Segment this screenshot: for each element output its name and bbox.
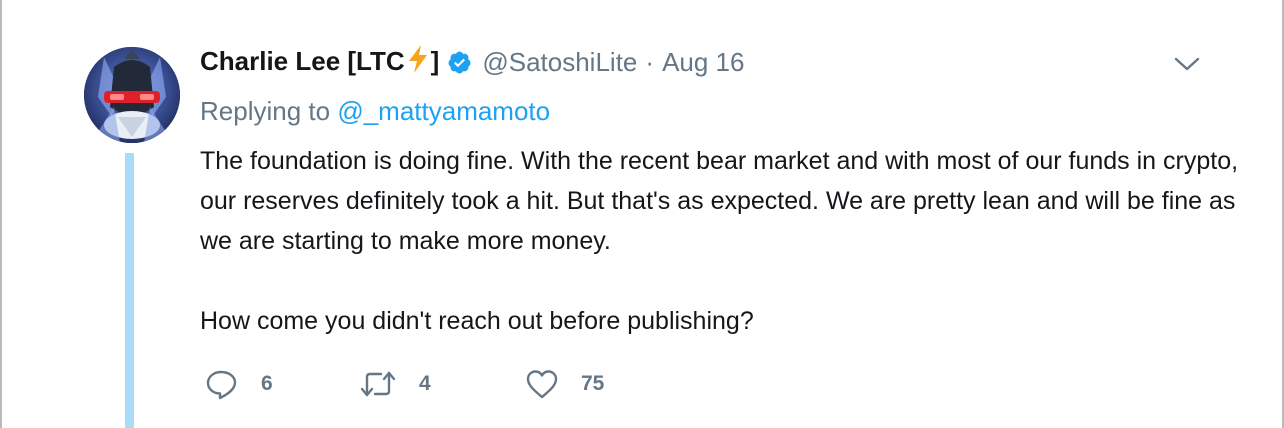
reply-bubble-icon xyxy=(205,368,239,400)
avatar[interactable] xyxy=(84,47,180,143)
chevron-down-icon[interactable] xyxy=(1172,52,1202,76)
replying-mention-link[interactable]: @_mattyamamoto xyxy=(337,96,550,126)
tweet-date[interactable]: Aug 16 xyxy=(662,47,744,78)
header-separator: · xyxy=(645,46,655,77)
heart-icon xyxy=(525,368,559,400)
retweet-count: 4 xyxy=(419,372,431,395)
tweet-actions: 6 4 75 xyxy=(205,366,604,402)
author-name-text: Charlie Lee [LTC xyxy=(200,45,405,76)
lightning-bolt-icon xyxy=(406,44,430,81)
tweet-body-paragraph: The foundation is doing fine. With the r… xyxy=(200,147,1239,255)
author-handle[interactable]: @SatoshiLite xyxy=(482,47,637,78)
tweet-header: Charlie Lee [LTC] @SatoshiLite · Aug 16 xyxy=(200,44,744,80)
thread-line xyxy=(125,153,134,428)
like-count: 75 xyxy=(581,372,605,395)
tweet-body-paragraph: How come you didn't reach out before pub… xyxy=(200,307,754,335)
reply-count: 6 xyxy=(261,372,273,395)
tweet-body: The foundation is doing fine. With the r… xyxy=(200,141,1240,341)
author-name[interactable]: Charlie Lee [LTC] xyxy=(200,44,439,81)
retweet-button[interactable]: 4 xyxy=(359,369,525,399)
reply-button[interactable]: 6 xyxy=(205,368,359,400)
replying-to: Replying to @_mattyamamoto xyxy=(200,96,550,127)
replying-prefix: Replying to xyxy=(200,96,331,126)
tweet-card[interactable]: Charlie Lee [LTC] @SatoshiLite · Aug 16 … xyxy=(0,0,1284,428)
avatar-image xyxy=(84,47,180,143)
like-button[interactable]: 75 xyxy=(525,368,604,400)
verified-badge-icon xyxy=(447,50,472,75)
retweet-icon xyxy=(359,369,397,399)
author-name-suffix: ] xyxy=(430,45,440,76)
